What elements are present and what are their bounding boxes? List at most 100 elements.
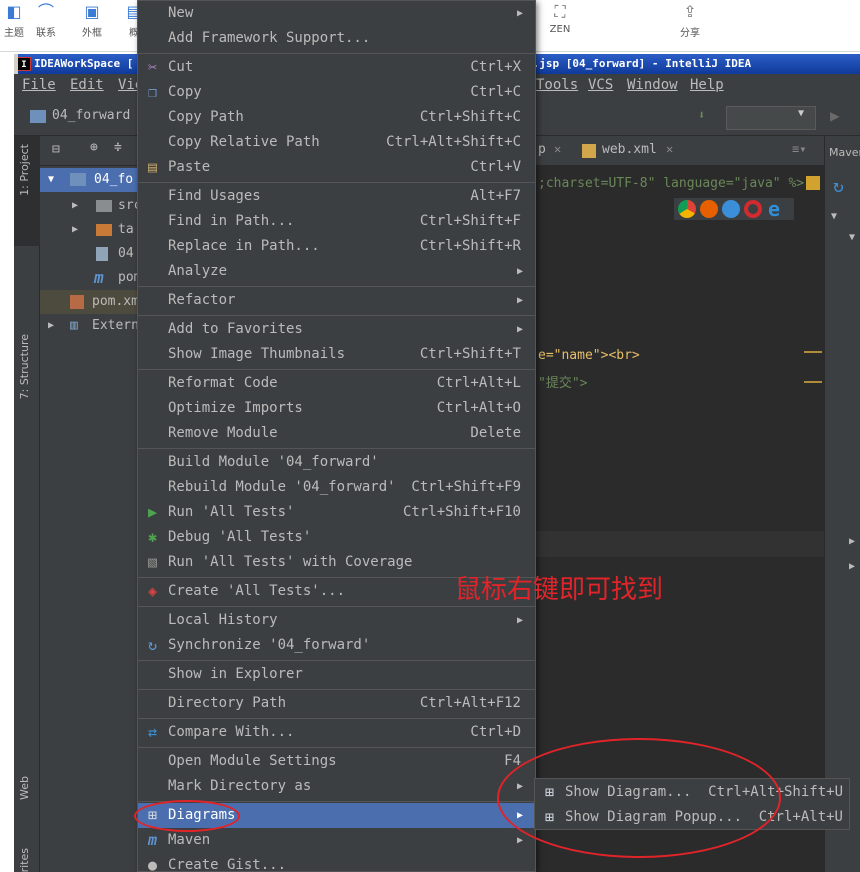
menu-item-mark-directory-as[interactable]: Mark Directory as ▶ bbox=[138, 774, 535, 799]
toolbar-zen[interactable]: ⛶ ZEN bbox=[540, 0, 580, 40]
maven-panel-title[interactable]: Maven bbox=[829, 146, 860, 159]
menu-item-directory-path[interactable]: Directory Path Ctrl+Alt+F12 bbox=[138, 691, 535, 716]
menu-item-shortcut: Ctrl+X bbox=[470, 59, 521, 75]
collapse-arrow-icon: ▶ bbox=[72, 200, 79, 211]
menu-item-run-all-tests[interactable]: ▶ Run 'All Tests' Ctrl+Shift+F10 bbox=[138, 500, 535, 525]
window-title: IDEAWorkSpace [ bbox=[34, 57, 134, 70]
menu-item-build-module-04-forward[interactable]: Build Module '04_forward' bbox=[138, 450, 535, 475]
menu-item-label: Find Usages bbox=[168, 188, 261, 204]
opera-icon[interactable] bbox=[744, 200, 762, 218]
menu-item-label: Local History bbox=[168, 612, 278, 628]
submenu-arrow-icon: ▶ bbox=[516, 295, 523, 306]
menu-vcs[interactable]: VCS bbox=[588, 77, 613, 93]
menu-item-paste[interactable]: ▤ Paste Ctrl+V bbox=[138, 155, 535, 180]
menu-item-label: Add to Favorites bbox=[168, 321, 303, 337]
toolbar-contact[interactable]: ⌒ 联系 bbox=[26, 0, 66, 40]
expand-arrow-icon: ▼ bbox=[48, 174, 55, 185]
menu-item-create-gist[interactable]: ● Create Gist... bbox=[138, 853, 535, 872]
tab-structure[interactable]: 7: Structure bbox=[18, 334, 31, 399]
library-icon: ▥ bbox=[70, 318, 78, 333]
menu-item-show-in-explorer[interactable]: Show in Explorer bbox=[138, 662, 535, 687]
breadcrumb[interactable]: 04_forward bbox=[52, 108, 130, 123]
menu-item-debug-all-tests[interactable]: ✱ Debug 'All Tests' bbox=[138, 525, 535, 550]
context-menu: New ▶ Add Framework Support... ✂ Cut Ctrl+X ❐ C… bbox=[137, 0, 536, 872]
annotation-circle-diagrams bbox=[134, 800, 240, 832]
menu-item-copy-path[interactable]: Copy Path Ctrl+Shift+C bbox=[138, 105, 535, 130]
menu-help[interactable]: Help bbox=[690, 77, 724, 93]
vcs-update-icon[interactable]: ⬇ bbox=[698, 108, 705, 122]
menu-window[interactable]: Window bbox=[627, 77, 678, 93]
menu-item-compare-with[interactable]: ⇄ Compare With... Ctrl+D bbox=[138, 720, 535, 745]
tab-jsp[interactable]: p bbox=[538, 142, 546, 157]
menu-item-add-to-favorites[interactable]: Add to Favorites ▶ bbox=[138, 317, 535, 342]
menu-item-shortcut: Delete bbox=[470, 425, 521, 441]
menu-item-copy[interactable]: ❐ Copy Ctrl+C bbox=[138, 80, 535, 105]
project-view-icon[interactable]: ⊟ bbox=[52, 142, 60, 157]
menu-item-shortcut: Ctrl+Shift+T bbox=[419, 346, 521, 362]
menu-item-optimize-imports[interactable]: Optimize Imports Ctrl+Alt+O bbox=[138, 396, 535, 421]
menu-file[interactable]: File bbox=[22, 77, 56, 93]
menu-item-shortcut: Ctrl+Alt+F12 bbox=[419, 695, 521, 711]
submenu-arrow-icon: ▶ bbox=[516, 615, 523, 626]
menu-item-show-image-thumbnails[interactable]: Show Image Thumbnails Ctrl+Shift+T bbox=[138, 342, 535, 367]
tab-web-xml[interactable]: web.xml bbox=[602, 142, 657, 157]
error-stripe-mark bbox=[804, 351, 822, 353]
menu-item-label: Mark Directory as bbox=[168, 778, 312, 794]
maven-icon: m bbox=[94, 268, 104, 287]
code-line[interactable]: e="name"><br> bbox=[538, 348, 640, 363]
menu-item-label: Add Framework Support... bbox=[168, 30, 371, 46]
menu-item-remove-module[interactable]: Remove Module Delete bbox=[138, 421, 535, 446]
menu-item-label: Directory Path bbox=[168, 695, 287, 711]
menu-tools[interactable]: Tools bbox=[536, 77, 578, 93]
run-button-icon[interactable]: ▶ bbox=[830, 106, 840, 125]
target-icon[interactable]: ⊕ bbox=[90, 140, 98, 155]
menu-item-maven[interactable]: m Maven ▶ bbox=[138, 828, 535, 853]
create-test-icon: ◈ bbox=[147, 582, 158, 600]
refresh-icon[interactable]: ↻ bbox=[833, 176, 844, 197]
menu-separator bbox=[138, 689, 535, 690]
code-line[interactable]: "提交"> bbox=[538, 372, 587, 391]
menu-edit[interactable]: Edit bbox=[70, 77, 104, 93]
tab-project[interactable]: 1: Project bbox=[18, 144, 31, 196]
menu-item-cut[interactable]: ✂ Cut Ctrl+X bbox=[138, 55, 535, 80]
menu-item-copy-relative-path[interactable]: Copy Relative Path Ctrl+Alt+Shift+C bbox=[138, 130, 535, 155]
link-icon: ⌒ bbox=[37, 2, 54, 21]
safari-icon[interactable] bbox=[722, 200, 740, 218]
tab-web[interactable]: Web bbox=[18, 776, 31, 800]
menu-item-open-module-settings[interactable]: Open Module Settings F4 bbox=[138, 749, 535, 774]
tab-favorites[interactable]: Favorites bbox=[18, 848, 31, 872]
menu-separator bbox=[138, 182, 535, 183]
toolbar-share[interactable]: ⇪ 分享 bbox=[670, 0, 710, 40]
menu-item-shortcut: Ctrl+D bbox=[470, 724, 521, 740]
window-title-right: t.jsp [04_forward] - IntelliJ IDEA bbox=[526, 57, 752, 70]
close-icon[interactable]: ✕ bbox=[554, 142, 561, 156]
menu-item-find-usages[interactable]: Find Usages Alt+F7 bbox=[138, 184, 535, 209]
menu-item-replace-in-path[interactable]: Replace in Path... Ctrl+Shift+R bbox=[138, 234, 535, 259]
menu-item-shortcut: Ctrl+Alt+Shift+C bbox=[386, 134, 521, 150]
ie-icon[interactable]: e bbox=[768, 197, 780, 221]
run-icon: ▶ bbox=[147, 503, 158, 521]
toolbar-frame[interactable]: ▣ 外框 bbox=[72, 0, 112, 40]
menu-separator bbox=[138, 606, 535, 607]
maven-panel: Maven ↻ ▼ ▼ ▶ ▶ bbox=[824, 136, 860, 872]
menu-item-label: Copy Path bbox=[168, 109, 244, 125]
chrome-icon[interactable] bbox=[678, 200, 696, 218]
menu-item-label: Copy Relative Path bbox=[168, 134, 320, 150]
menu-item-refactor[interactable]: Refactor ▶ bbox=[138, 288, 535, 313]
chevron-down-icon: ▼ bbox=[798, 108, 805, 119]
menu-item-find-in-path[interactable]: Find in Path... Ctrl+Shift+F bbox=[138, 209, 535, 234]
tab-list-icon[interactable]: ≡▾ bbox=[792, 142, 806, 156]
expand-arrow-icon: ▼ bbox=[849, 232, 856, 243]
menu-item-local-history[interactable]: Local History ▶ bbox=[138, 608, 535, 633]
paste-icon: ▤ bbox=[147, 158, 158, 176]
menu-item-rebuild-module-04-forward[interactable]: Rebuild Module '04_forward' Ctrl+Shift+F9 bbox=[138, 475, 535, 500]
menu-item-new[interactable]: New ▶ bbox=[138, 1, 535, 26]
menu-item-add-framework-support[interactable]: Add Framework Support... bbox=[138, 26, 535, 51]
close-icon[interactable]: ✕ bbox=[666, 142, 673, 156]
firefox-icon[interactable] bbox=[700, 200, 718, 218]
code-line[interactable]: ;charset=UTF-8" language="java" %> bbox=[538, 176, 804, 191]
menu-item-synchronize-04-forward[interactable]: ↻ Synchronize '04_forward' bbox=[138, 633, 535, 658]
menu-item-reformat-code[interactable]: Reformat Code Ctrl+Alt+L bbox=[138, 371, 535, 396]
menu-item-analyze[interactable]: Analyze ▶ bbox=[138, 259, 535, 284]
collapse-icon[interactable]: ≑ bbox=[114, 140, 122, 155]
